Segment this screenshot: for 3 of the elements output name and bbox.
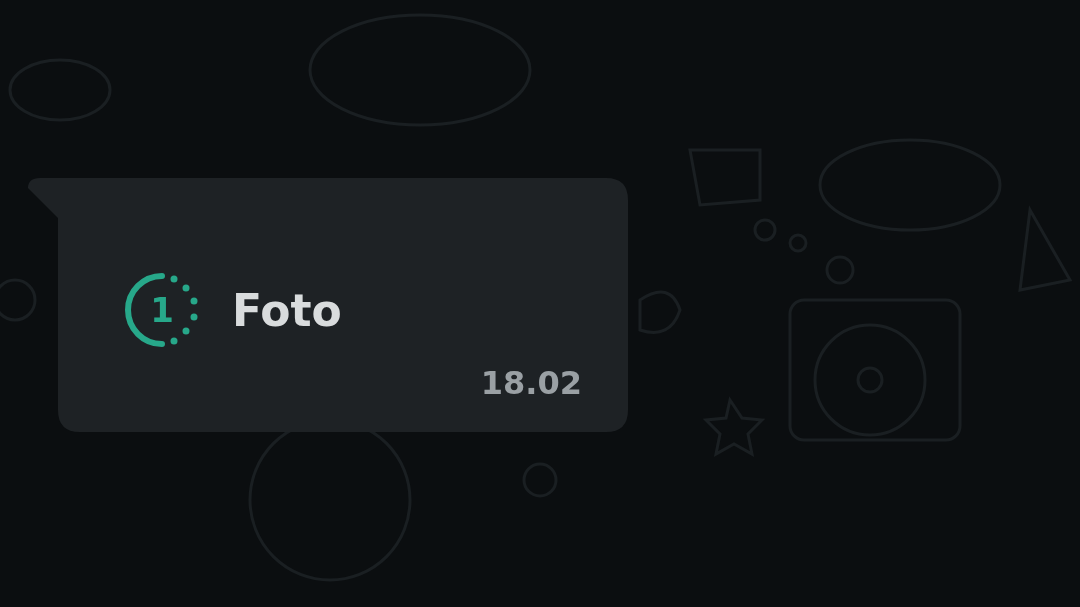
message-text: Foto [232, 284, 342, 336]
message-bubble[interactable]: 1 Foto 18.02 [28, 178, 628, 432]
message-time: 18.02 [480, 364, 582, 402]
